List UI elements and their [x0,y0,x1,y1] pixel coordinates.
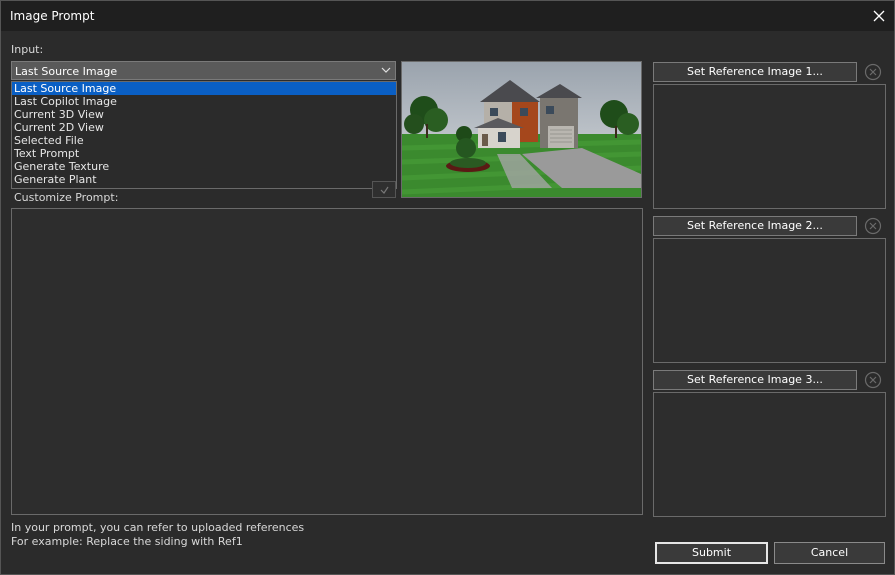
dropdown-option-current-2d-view[interactable]: Current 2D View [12,121,396,134]
dropdown-option-text-prompt[interactable]: Text Prompt [12,147,396,160]
help-text-line-1: In your prompt, you can refer to uploade… [11,521,305,534]
set-reference-image-3-button[interactable]: Set Reference Image 3... [653,370,857,390]
reference-image-1-slot[interactable] [653,84,886,209]
clear-reference-2-button[interactable] [863,216,883,236]
clear-circle-icon [864,371,882,389]
close-button[interactable] [864,1,894,31]
clear-reference-3-button[interactable] [863,370,883,390]
input-label: Input: [11,43,44,56]
dropdown-option-generate-texture[interactable]: Generate Texture [12,160,396,173]
chevron-down-icon [381,67,391,73]
dropdown-option-last-source-image[interactable]: Last Source Image [12,82,396,95]
input-source-select[interactable]: Last Source Image [11,61,396,80]
source-image-preview [401,61,642,198]
close-icon [873,10,885,22]
customize-prompt-label: Customize Prompt: [14,191,119,204]
clear-circle-icon [864,217,882,235]
house-render-image [402,62,641,197]
clear-circle-icon [864,63,882,81]
input-source-dropdown: Last Source Image Last Copilot Image Cur… [11,81,397,189]
submit-button[interactable]: Submit [655,542,768,564]
view-icon[interactable] [372,181,396,198]
image-prompt-dialog: Image Prompt Input: Last Source Image La… [0,0,895,575]
help-text-line-2: For example: Replace the siding with Ref… [11,535,243,548]
cancel-button[interactable]: Cancel [774,542,885,564]
window-title: Image Prompt [10,9,95,23]
reference-image-3-slot[interactable] [653,392,886,517]
input-source-value: Last Source Image [15,65,118,78]
dropdown-option-selected-file[interactable]: Selected File [12,134,396,147]
title-bar: Image Prompt [1,1,894,31]
set-reference-image-1-button[interactable]: Set Reference Image 1... [653,62,857,82]
dropdown-option-last-copilot-image[interactable]: Last Copilot Image [12,95,396,108]
reference-image-2-slot[interactable] [653,238,886,363]
set-reference-image-2-button[interactable]: Set Reference Image 2... [653,216,857,236]
dropdown-option-current-3d-view[interactable]: Current 3D View [12,108,396,121]
clear-reference-1-button[interactable] [863,62,883,82]
dropdown-option-generate-plant[interactable]: Generate Plant [12,173,396,186]
customize-prompt-input[interactable] [11,208,643,515]
